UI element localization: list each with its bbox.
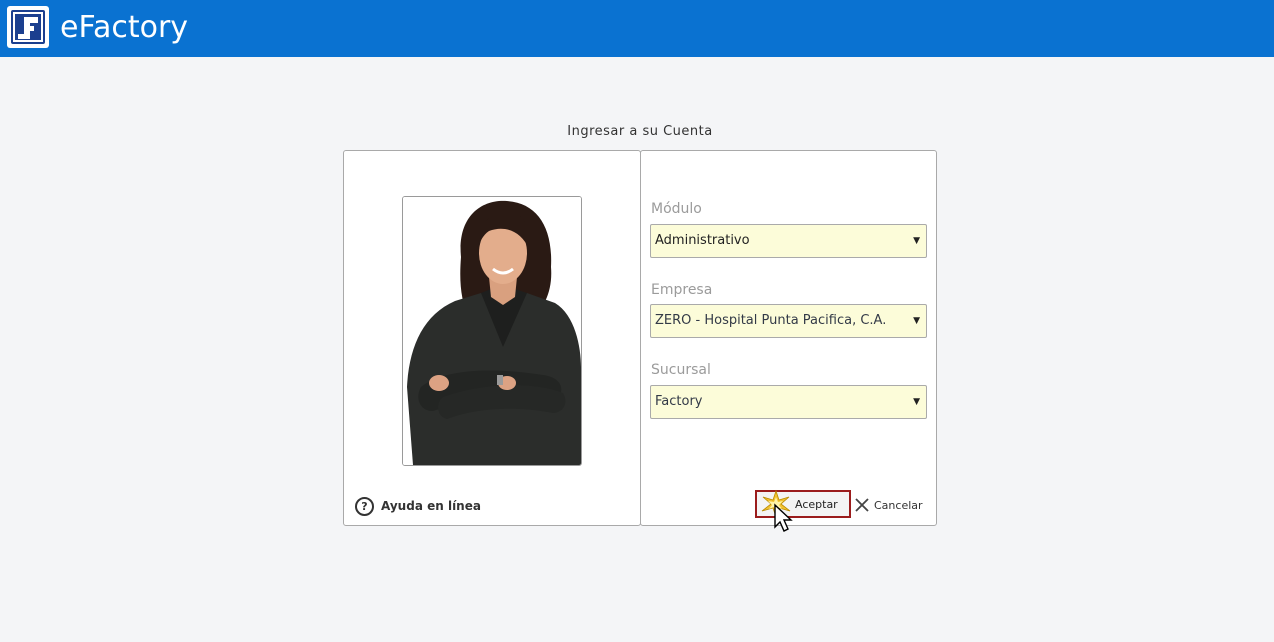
empresa-select-value: ZERO - Hospital Punta Pacifica, C.A. [655,313,887,328]
right-panel: Módulo Administrativo ▼ Empresa ZERO - H… [640,150,937,532]
modulo-select-value: Administrativo [655,233,750,248]
sucursal-label: Sucursal [651,362,711,378]
app-title: eFactory [60,10,189,45]
online-help-label: Ayuda en línea [381,499,481,513]
efactory-logo-icon [7,6,49,48]
accept-button[interactable]: Aceptar [755,489,851,532]
businesswoman-photo [402,196,582,466]
accept-button-label: Aceptar [795,498,838,511]
dropdown-arrow-icon: ▼ [913,397,920,407]
top-bar: eFactory [0,0,1274,57]
mouse-cursor-icon [774,503,793,532]
dropdown-arrow-icon: ▼ [913,236,920,246]
modulo-select[interactable]: Administrativo ▼ [650,224,927,258]
close-icon [855,498,869,512]
cancel-button[interactable]: Cancelar [854,495,923,515]
sucursal-select-value: Factory [655,394,703,409]
online-help-link[interactable]: ? Ayuda en línea [355,495,481,517]
left-panel: ? Ayuda en línea [343,150,641,526]
dropdown-arrow-icon: ▼ [913,316,920,326]
dialog-title: Ingresar a su Cuenta [567,124,713,139]
empresa-label: Empresa [651,282,713,298]
question-circle-icon: ? [355,496,374,516]
sucursal-select[interactable]: Factory ▼ [650,385,927,419]
empresa-select[interactable]: ZERO - Hospital Punta Pacifica, C.A. ▼ [650,304,927,338]
cancel-button-label: Cancelar [874,498,923,512]
modulo-label: Módulo [651,201,702,217]
